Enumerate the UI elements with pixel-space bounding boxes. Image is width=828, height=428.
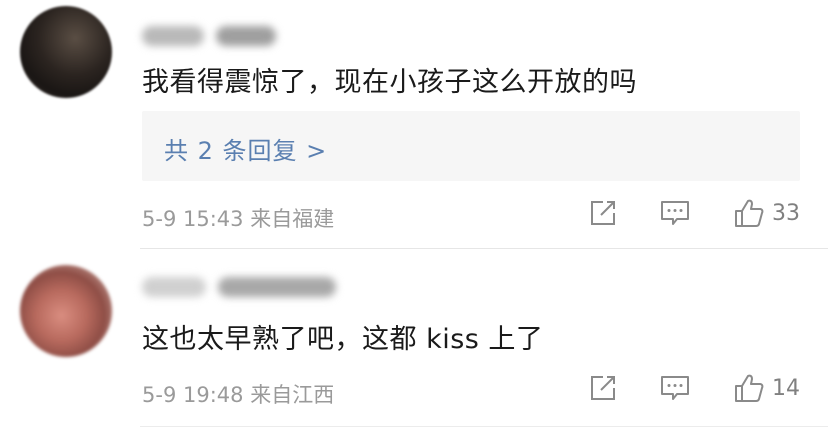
avatar[interactable] xyxy=(20,6,112,98)
username-blur-segment xyxy=(142,277,206,297)
thumbs-up-icon[interactable] xyxy=(734,373,764,403)
avatar[interactable] xyxy=(20,265,112,357)
comment-time: 19:48 xyxy=(183,383,244,407)
comment-text: 我看得震惊了，现在小孩子这么开放的吗 xyxy=(142,67,637,98)
comment-time: 15:43 xyxy=(183,207,244,231)
comment-icon[interactable] xyxy=(660,373,690,403)
view-replies-link[interactable]: 共 2 条回复 > xyxy=(164,131,327,166)
username-blurred[interactable] xyxy=(142,22,276,50)
comment-item: 这也太早熟了吧，这都 kiss 上了 5-9 19:48 来自江西 14 xyxy=(0,249,828,428)
forward-icon[interactable] xyxy=(588,198,618,228)
comment-date: 5-9 xyxy=(142,383,177,407)
like-count: 33 xyxy=(772,200,800,226)
comment-icon[interactable] xyxy=(660,198,690,228)
comment-location: 来自江西 xyxy=(250,383,335,407)
comment-location: 来自福建 xyxy=(250,207,335,231)
thumbs-up-icon[interactable] xyxy=(734,198,764,228)
comment-text: 这也太早熟了吧，这都 kiss 上了 xyxy=(142,324,544,355)
username-blur-segment xyxy=(216,26,276,46)
comment-date: 5-9 xyxy=(142,207,177,231)
comment-actions: 33 xyxy=(588,198,800,228)
replies-box[interactable]: 共 2 条回复 > xyxy=(142,111,800,181)
username-blurred[interactable] xyxy=(142,273,336,301)
username-blur-segment xyxy=(142,26,204,46)
username-blur-segment xyxy=(218,277,336,297)
comment-item: 我看得震惊了，现在小孩子这么开放的吗 共 2 条回复 > 5-9 15:43 来… xyxy=(0,0,828,248)
comment-actions: 14 xyxy=(588,373,800,403)
comment-meta: 5-9 19:48 来自江西 xyxy=(142,379,334,409)
divider xyxy=(140,426,828,427)
forward-icon[interactable] xyxy=(588,373,618,403)
comment-meta: 5-9 15:43 来自福建 xyxy=(142,203,334,233)
like-count: 14 xyxy=(772,375,800,401)
